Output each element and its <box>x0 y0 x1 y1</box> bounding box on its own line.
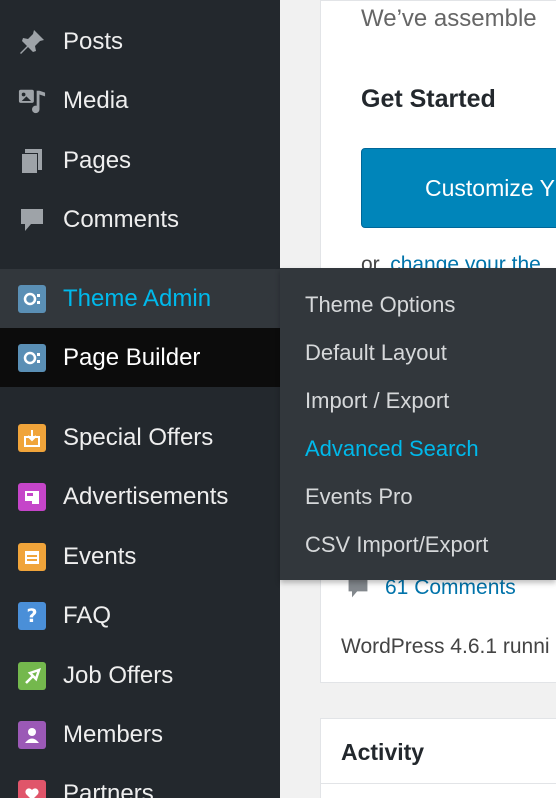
theme-admin-submenu: Theme Options Default Layout Import / Ex… <box>280 268 556 580</box>
wordpress-version: WordPress 4.6.1 runni <box>341 635 550 658</box>
submenu-item-events-pro[interactable]: Events Pro <box>305 484 413 510</box>
submenu-item-advanced-search[interactable]: Advanced Search <box>305 436 479 462</box>
sidebar-item-label: Media <box>63 86 129 114</box>
sidebar-item-events[interactable]: Events <box>0 527 280 586</box>
sidebar-item-label: Special Offers <box>63 423 214 451</box>
pages-icon <box>18 147 46 175</box>
faq-icon: ? <box>18 601 46 630</box>
sidebar-item-special-offers[interactable]: Special Offers <box>0 408 280 467</box>
media-icon <box>18 87 46 115</box>
customize-button[interactable]: Customize Y <box>361 148 556 228</box>
sidebar-item-members[interactable]: Members <box>0 705 280 764</box>
job-offers-icon <box>18 661 46 690</box>
pin-icon <box>18 28 46 56</box>
sidebar-item-theme-admin[interactable]: Theme Admin <box>0 269 280 328</box>
sidebar-item-label: Members <box>63 720 164 748</box>
sidebar-item-advertisements[interactable]: Advertisements <box>0 467 280 526</box>
sidebar-item-posts[interactable]: Posts <box>0 12 280 71</box>
divider <box>321 783 556 784</box>
sidebar-item-page-builder[interactable]: Page Builder <box>0 328 280 387</box>
partners-icon <box>18 779 46 798</box>
sidebar-item-label: Posts <box>63 27 124 55</box>
submenu-item-default-layout[interactable]: Default Layout <box>305 340 447 366</box>
sidebar-item-label: Advertisements <box>63 482 229 510</box>
sidebar-item-faq[interactable]: ? FAQ <box>0 586 280 645</box>
sidebar-item-job-offers[interactable]: Job Offers <box>0 646 280 705</box>
welcome-text: We’ve assemble <box>361 5 537 32</box>
page-builder-icon <box>18 343 46 372</box>
events-icon <box>18 542 46 571</box>
sidebar-item-partners[interactable]: Partners <box>0 764 280 798</box>
submenu-item-csv-import-export[interactable]: CSV Import/Export <box>305 532 488 558</box>
sidebar-item-label: Pages <box>63 146 132 174</box>
sidebar-item-pages[interactable]: Pages <box>0 131 280 190</box>
advertisements-icon <box>18 482 46 511</box>
get-started-heading: Get Started <box>361 85 496 113</box>
sidebar-item-label: Events <box>63 542 137 570</box>
sidebar-item-label: Job Offers <box>63 661 174 689</box>
admin-sidebar: Posts Media Pages Comments Theme Admin P… <box>0 0 280 798</box>
theme-admin-icon <box>18 284 46 313</box>
flyout-pointer <box>266 287 280 315</box>
activity-title: Activity <box>341 739 425 765</box>
submenu-item-import-export[interactable]: Import / Export <box>305 388 449 414</box>
activity-widget: Activity <box>320 718 556 798</box>
sidebar-item-label: Comments <box>63 205 180 233</box>
sidebar-item-comments[interactable]: Comments <box>0 190 280 249</box>
comment-icon <box>18 206 46 234</box>
sidebar-item-label: Theme Admin <box>63 284 212 312</box>
submenu-item-theme-options[interactable]: Theme Options <box>305 292 455 318</box>
customize-button-label: Customize Y <box>425 174 555 201</box>
sidebar-item-media[interactable]: Media <box>0 71 280 130</box>
members-icon <box>18 720 46 749</box>
sidebar-item-label: Partners <box>63 779 154 798</box>
sidebar-item-label: FAQ <box>63 601 112 629</box>
special-offers-icon <box>18 423 46 452</box>
sidebar-item-label: Page Builder <box>63 343 201 371</box>
